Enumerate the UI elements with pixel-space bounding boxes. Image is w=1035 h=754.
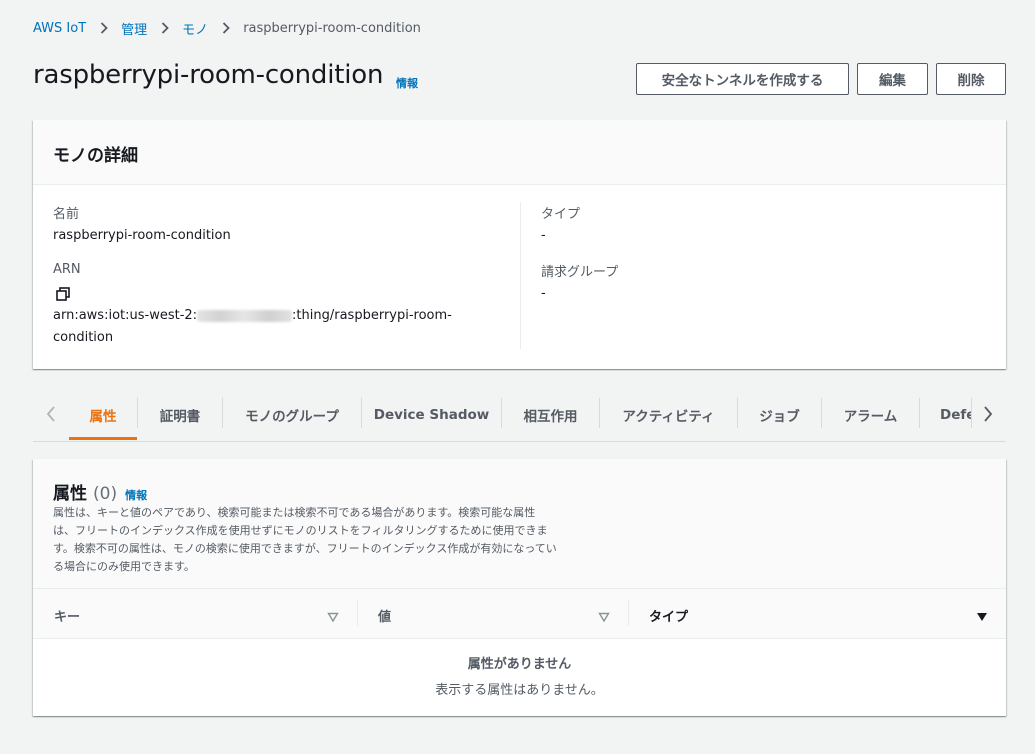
column-header-type[interactable]: タイプ	[649, 606, 688, 625]
chevron-right-icon	[100, 22, 108, 34]
column-header-value[interactable]: 値	[378, 606, 391, 625]
tab-alarms[interactable]: アラーム	[822, 390, 919, 440]
attributes-heading: 属性	[53, 484, 87, 504]
breadcrumb-things[interactable]: モノ	[182, 19, 208, 38]
type-value: -	[541, 228, 546, 243]
attributes-title: 属性 (0) 情報	[53, 479, 147, 504]
active-tab-indicator	[69, 437, 137, 440]
arn-value-line1: arn:aws:iot:us-west-2: :thing/raspberrypi…	[53, 308, 452, 323]
arn-value-line2: condition	[53, 330, 114, 345]
attributes-count: (0)	[93, 484, 118, 504]
copy-icon[interactable]	[55, 286, 71, 302]
chevron-right-icon	[161, 22, 169, 34]
tab-jobs[interactable]: ジョブ	[738, 390, 821, 440]
column-header-key[interactable]: キー	[54, 606, 80, 625]
attributes-header: 属性 (0) 情報 属性は、キーと値のペアであり、検索可能または検索不可である場…	[33, 459, 1006, 589]
column-divider	[357, 600, 358, 626]
scroll-right-icon[interactable]	[976, 402, 1000, 426]
thing-details-header: モノの詳細	[33, 120, 1006, 185]
attributes-info-link[interactable]: 情報	[125, 487, 147, 503]
redacted-account-id	[197, 309, 293, 322]
tab-interactions[interactable]: 相互作用	[502, 390, 599, 440]
tab-thing-groups[interactable]: モノのグループ	[223, 390, 361, 440]
create-tunnel-button[interactable]: 安全なトンネルを作成する	[636, 63, 849, 95]
breadcrumb-current: raspberrypi-room-condition	[243, 20, 421, 36]
description-line: る場合にのみ使用できます。	[53, 560, 195, 573]
tab-device-shadow[interactable]: Device Shadow	[362, 390, 501, 440]
breadcrumb-manage[interactable]: 管理	[121, 19, 147, 38]
thing-details-panel: モノの詳細 名前 raspberrypi-room-condition ARN …	[33, 120, 1006, 369]
description-line: す。検索不可の属性は、モノの検索に使用できますが、フリートのインデックス作成が有…	[53, 542, 557, 555]
attributes-panel: 属性 (0) 情報 属性は、キーと値のペアであり、検索可能または検索不可である場…	[33, 459, 1006, 716]
billing-group-label: 請求グループ	[541, 265, 619, 280]
name-value: raspberrypi-room-condition	[53, 228, 231, 243]
tab-certificates[interactable]: 証明書	[138, 390, 222, 440]
column-divider	[628, 600, 629, 626]
edit-button[interactable]: 編集	[857, 63, 928, 95]
arn-prefix: arn:aws:iot:us-west-2:	[53, 308, 198, 323]
delete-button[interactable]: 削除	[936, 63, 1006, 95]
arn-suffix: :thing/raspberrypi-room-	[292, 308, 452, 323]
arn-label: ARN	[53, 262, 81, 277]
tab-divider	[971, 398, 972, 428]
billing-group-value: -	[541, 286, 546, 301]
name-label: 名前	[53, 207, 80, 222]
empty-state-text: 表示する属性はありません。	[435, 683, 604, 698]
page-title: raspberrypi-room-condition	[33, 60, 384, 90]
description-line: は、フリートのインデックス作成を使用せずにモノのリストをフィルタリングするために…	[53, 524, 548, 537]
column-divider	[520, 202, 521, 349]
tab-defender[interactable]: Defe	[920, 390, 971, 440]
table-header: キー 値 タイプ	[33, 589, 1006, 639]
info-link[interactable]: 情報	[396, 75, 418, 91]
sort-icon[interactable]	[598, 608, 610, 627]
tab-activity[interactable]: アクティビティ	[600, 390, 737, 440]
scroll-left-icon[interactable]	[39, 402, 63, 426]
sort-descending-icon[interactable]	[976, 608, 988, 627]
chevron-right-icon	[222, 22, 230, 34]
tab-bar: 属性 証明書 モノのグループ Device Shadow 相互作用 アクティビテ…	[33, 390, 1006, 442]
tab-attributes[interactable]: 属性	[69, 390, 137, 440]
description-line: 属性は、キーと値のペアであり、検索可能または検索不可である場合があります。検索可…	[53, 506, 536, 519]
thing-details-heading: モノの詳細	[53, 146, 138, 166]
empty-state-title: 属性がありません	[467, 657, 572, 672]
breadcrumb-aws-iot[interactable]: AWS IoT	[33, 21, 86, 36]
type-label: タイプ	[541, 207, 581, 222]
sort-icon[interactable]	[327, 608, 339, 627]
breadcrumb: AWS IoT 管理 モノ raspberrypi-room-condition	[33, 18, 421, 38]
attributes-description: 属性は、キーと値のペアであり、検索可能または検索不可である場合があります。検索可…	[53, 504, 557, 576]
